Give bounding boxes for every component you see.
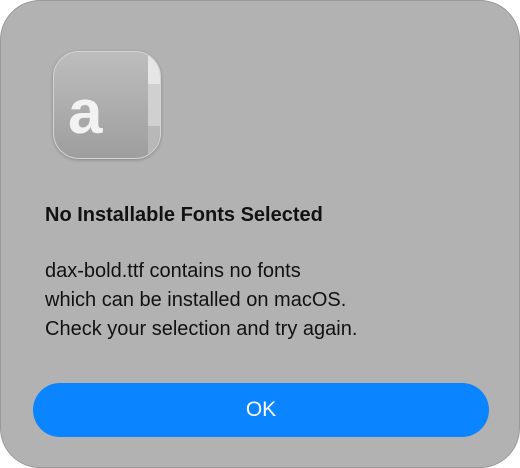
font-file-icon: a [53, 51, 161, 159]
page-fold [148, 52, 160, 158]
message-line: dax-bold.ttf contains no fonts [45, 260, 301, 282]
message-line: Check your selection and try again. [45, 318, 358, 340]
ok-button[interactable]: OK [33, 383, 489, 437]
dialog-message: dax-bold.ttf contains no fonts which can… [45, 257, 485, 344]
icon-glyph: a [68, 78, 103, 147]
alert-dialog: a No Installable Fonts Selected dax-bold… [0, 0, 520, 468]
message-line: which can be installed on macOS. [45, 289, 347, 311]
dialog-title: No Installable Fonts Selected [45, 204, 323, 226]
